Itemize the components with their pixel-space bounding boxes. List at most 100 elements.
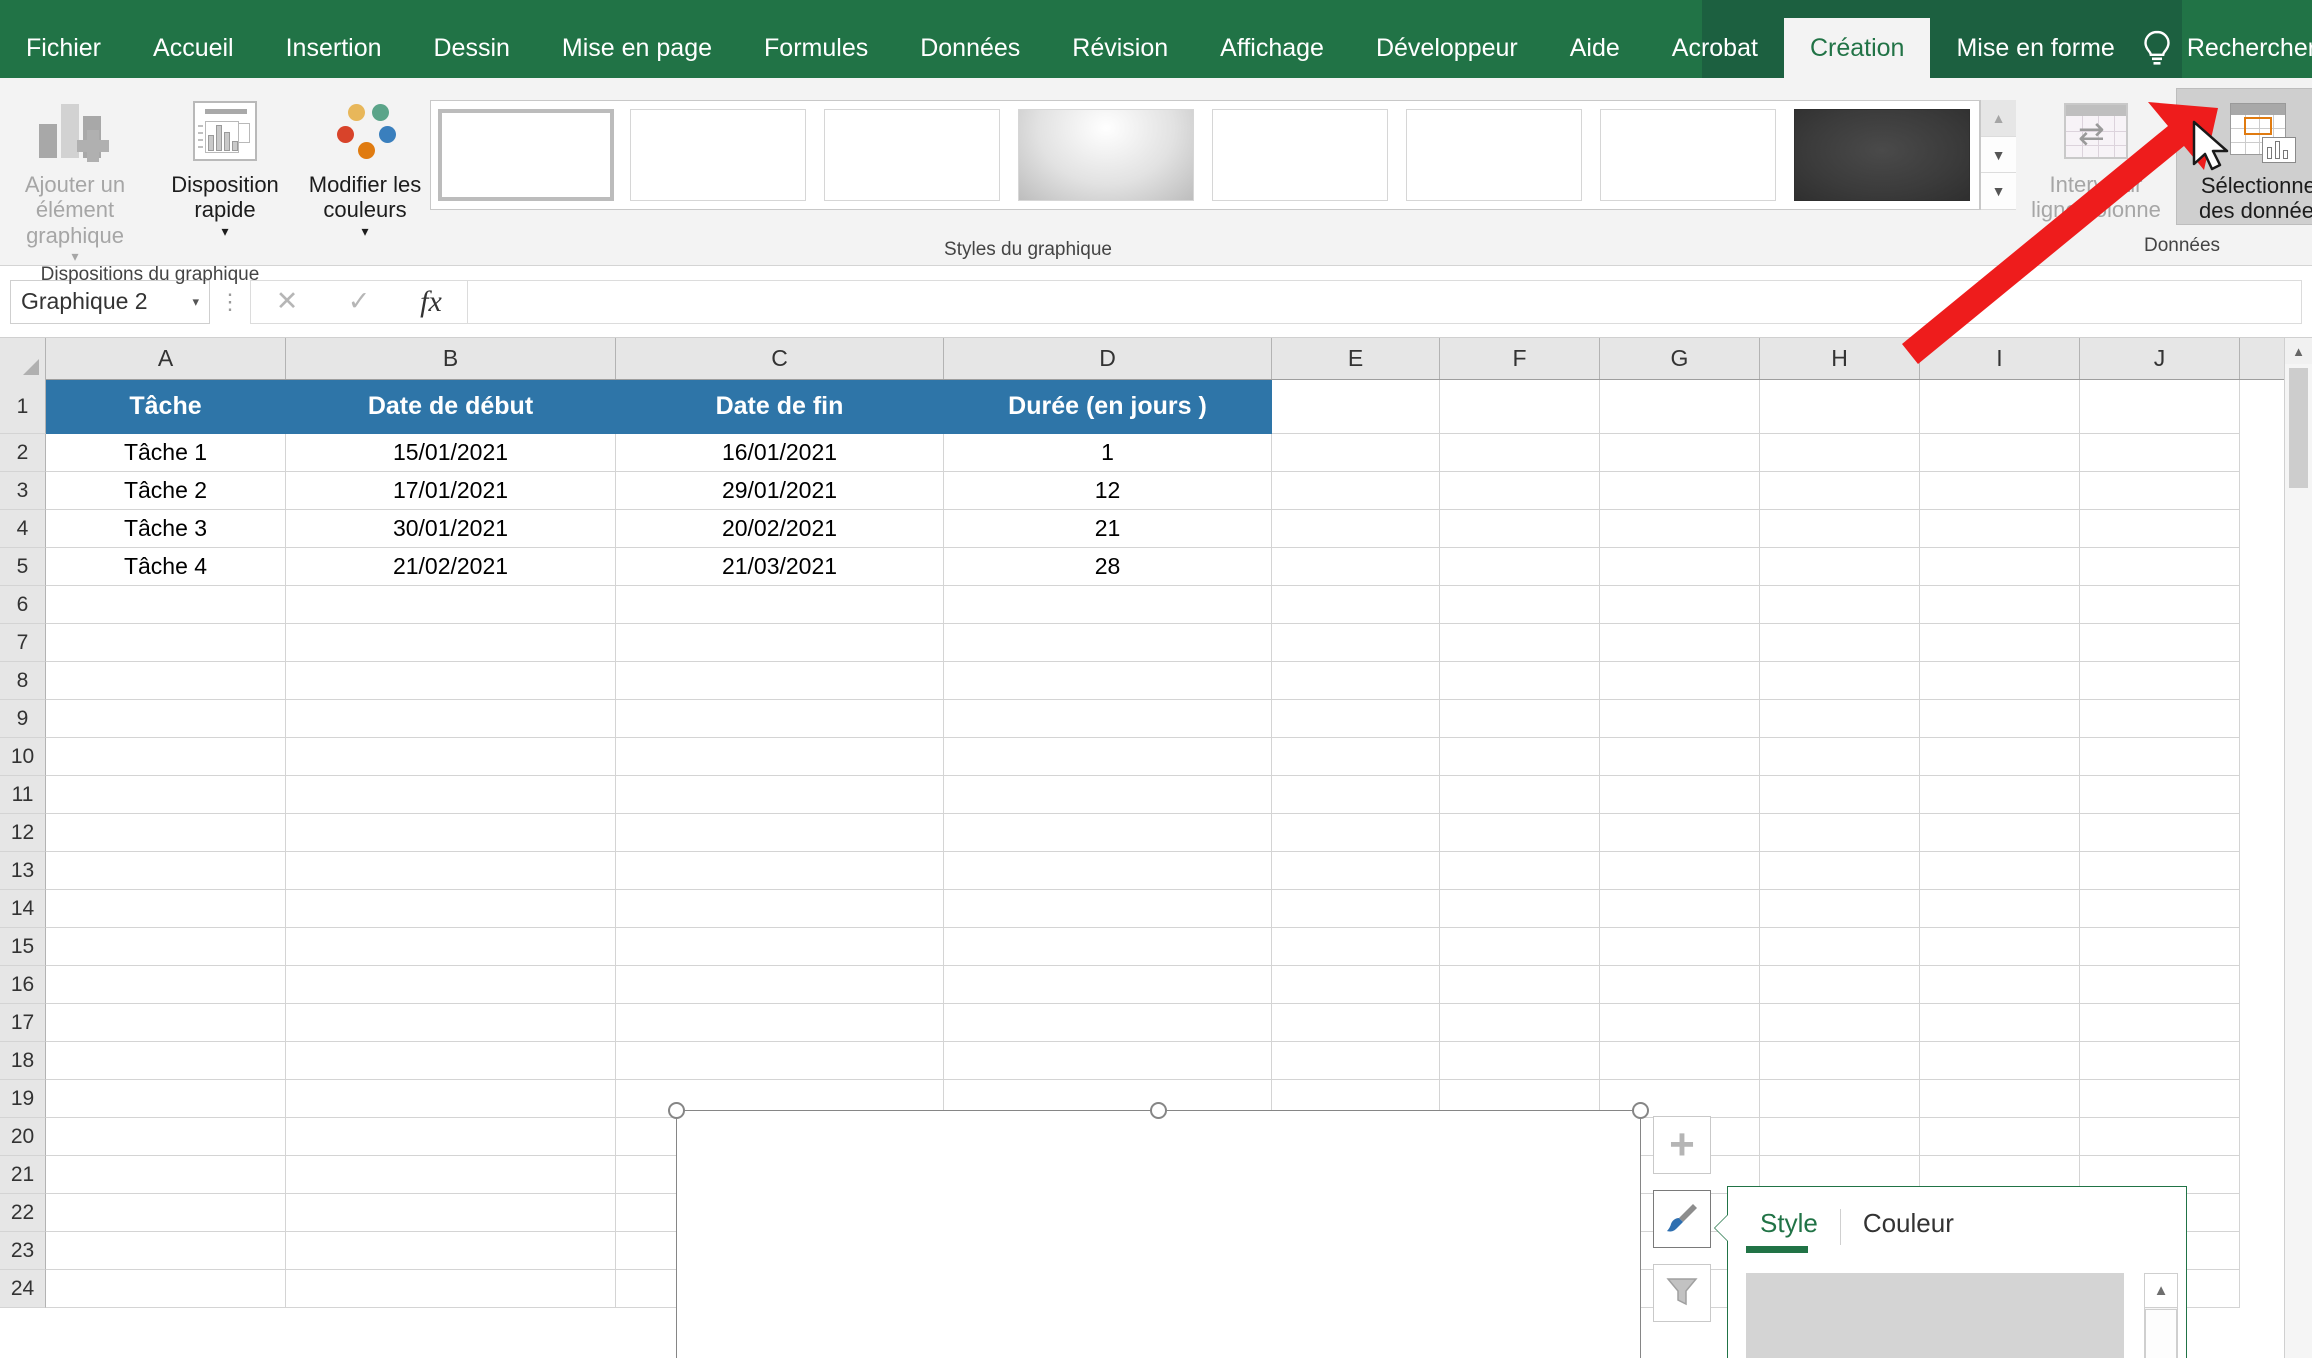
cell-h6[interactable]: [1760, 586, 1920, 624]
cell-b23[interactable]: [286, 1232, 616, 1270]
cell-c12[interactable]: [616, 814, 944, 852]
cell-e6[interactable]: [1272, 586, 1440, 624]
chart-style-item-3[interactable]: [824, 109, 1000, 201]
cell-g11[interactable]: [1600, 776, 1760, 814]
confirm-icon[interactable]: ✓: [323, 286, 395, 317]
cell-j16[interactable]: [2080, 966, 2240, 1004]
cell-e18[interactable]: [1272, 1042, 1440, 1080]
cell-a2[interactable]: Tâche 1: [46, 434, 286, 472]
cell-i19[interactable]: [1920, 1080, 2080, 1118]
cell-g17[interactable]: [1600, 1004, 1760, 1042]
panel-scrollbar[interactable]: ▲: [2144, 1273, 2178, 1358]
gallery-more-icon[interactable]: ▼: [1981, 173, 2016, 211]
cell-g9[interactable]: [1600, 700, 1760, 738]
cell-h19[interactable]: [1760, 1080, 1920, 1118]
row-header-7[interactable]: 7: [0, 624, 46, 662]
cell-a24[interactable]: [46, 1270, 286, 1308]
select-data-button[interactable]: Sélectionner des données: [2176, 88, 2312, 225]
cell-h7[interactable]: [1760, 624, 1920, 662]
cell-i20[interactable]: [1920, 1118, 2080, 1156]
cell-c6[interactable]: [616, 586, 944, 624]
cell-d11[interactable]: [944, 776, 1272, 814]
cell-i18[interactable]: [1920, 1042, 2080, 1080]
cell-i3[interactable]: [1920, 472, 2080, 510]
cell-j12[interactable]: [2080, 814, 2240, 852]
cell-i4[interactable]: [1920, 510, 2080, 548]
cell-b8[interactable]: [286, 662, 616, 700]
cell-a10[interactable]: [46, 738, 286, 776]
scroll-up-icon[interactable]: ▲: [2285, 338, 2312, 364]
cell-i15[interactable]: [1920, 928, 2080, 966]
cell-c1[interactable]: Date de fin: [616, 380, 944, 434]
chart-elements-button[interactable]: +: [1653, 1116, 1711, 1174]
select-all-corner[interactable]: [0, 338, 46, 380]
quick-layout-button[interactable]: Disposition rapide ▾: [150, 88, 300, 239]
cell-b4[interactable]: 30/01/2021: [286, 510, 616, 548]
tab-dessin[interactable]: Dessin: [408, 18, 536, 78]
cell-j18[interactable]: [2080, 1042, 2240, 1080]
cell-c17[interactable]: [616, 1004, 944, 1042]
cell-a5[interactable]: Tâche 4: [46, 548, 286, 586]
cell-f14[interactable]: [1440, 890, 1600, 928]
row-header-16[interactable]: 16: [0, 966, 46, 1004]
cell-j2[interactable]: [2080, 434, 2240, 472]
cell-f18[interactable]: [1440, 1042, 1600, 1080]
cell-f7[interactable]: [1440, 624, 1600, 662]
cell-d13[interactable]: [944, 852, 1272, 890]
cell-i7[interactable]: [1920, 624, 2080, 662]
row-header-24[interactable]: 24: [0, 1270, 46, 1308]
cell-h17[interactable]: [1760, 1004, 1920, 1042]
cell-i9[interactable]: [1920, 700, 2080, 738]
cell-j13[interactable]: [2080, 852, 2240, 890]
row-header-2[interactable]: 2: [0, 434, 46, 472]
cell-a8[interactable]: [46, 662, 286, 700]
column-header-d[interactable]: D: [944, 338, 1272, 379]
cell-b12[interactable]: [286, 814, 616, 852]
column-header-b[interactable]: B: [286, 338, 616, 379]
cell-a7[interactable]: [46, 624, 286, 662]
cell-f1[interactable]: [1440, 380, 1600, 434]
cell-b9[interactable]: [286, 700, 616, 738]
cell-h4[interactable]: [1760, 510, 1920, 548]
tab-mise-en-forme[interactable]: Mise en forme: [1930, 18, 2140, 78]
cell-j15[interactable]: [2080, 928, 2240, 966]
cell-e1[interactable]: [1272, 380, 1440, 434]
column-header-i[interactable]: I: [1920, 338, 2080, 379]
cell-a14[interactable]: [46, 890, 286, 928]
cell-i6[interactable]: [1920, 586, 2080, 624]
column-header-j[interactable]: J: [2080, 338, 2240, 379]
cell-d9[interactable]: [944, 700, 1272, 738]
row-header-22[interactable]: 22: [0, 1194, 46, 1232]
gallery-scroll-up-icon[interactable]: ▲: [1981, 100, 2016, 137]
cell-d15[interactable]: [944, 928, 1272, 966]
cell-h9[interactable]: [1760, 700, 1920, 738]
style-thumbnail-1[interactable]: [1746, 1273, 2124, 1358]
cell-j11[interactable]: [2080, 776, 2240, 814]
chart-styles-gallery[interactable]: [430, 100, 1980, 210]
cell-a18[interactable]: [46, 1042, 286, 1080]
cell-i11[interactable]: [1920, 776, 2080, 814]
cell-b24[interactable]: [286, 1270, 616, 1308]
cell-f17[interactable]: [1440, 1004, 1600, 1042]
cell-b2[interactable]: 15/01/2021: [286, 434, 616, 472]
tab-couleur[interactable]: Couleur: [1849, 1208, 1968, 1247]
cell-h10[interactable]: [1760, 738, 1920, 776]
cell-c18[interactable]: [616, 1042, 944, 1080]
cell-i13[interactable]: [1920, 852, 2080, 890]
tab-revision[interactable]: Révision: [1046, 18, 1194, 78]
row-header-21[interactable]: 21: [0, 1156, 46, 1194]
column-header-f[interactable]: F: [1440, 338, 1600, 379]
cell-j4[interactable]: [2080, 510, 2240, 548]
cell-d6[interactable]: [944, 586, 1272, 624]
cell-g8[interactable]: [1600, 662, 1760, 700]
cell-i1[interactable]: [1920, 380, 2080, 434]
resize-handle-top-left[interactable]: [668, 1102, 685, 1119]
cell-a3[interactable]: Tâche 2: [46, 472, 286, 510]
cell-d7[interactable]: [944, 624, 1272, 662]
cell-a21[interactable]: [46, 1156, 286, 1194]
cell-j19[interactable]: [2080, 1080, 2240, 1118]
cell-g5[interactable]: [1600, 548, 1760, 586]
row-header-12[interactable]: 12: [0, 814, 46, 852]
panel-scroll-up-icon[interactable]: ▲: [2145, 1274, 2177, 1308]
cell-f2[interactable]: [1440, 434, 1600, 472]
